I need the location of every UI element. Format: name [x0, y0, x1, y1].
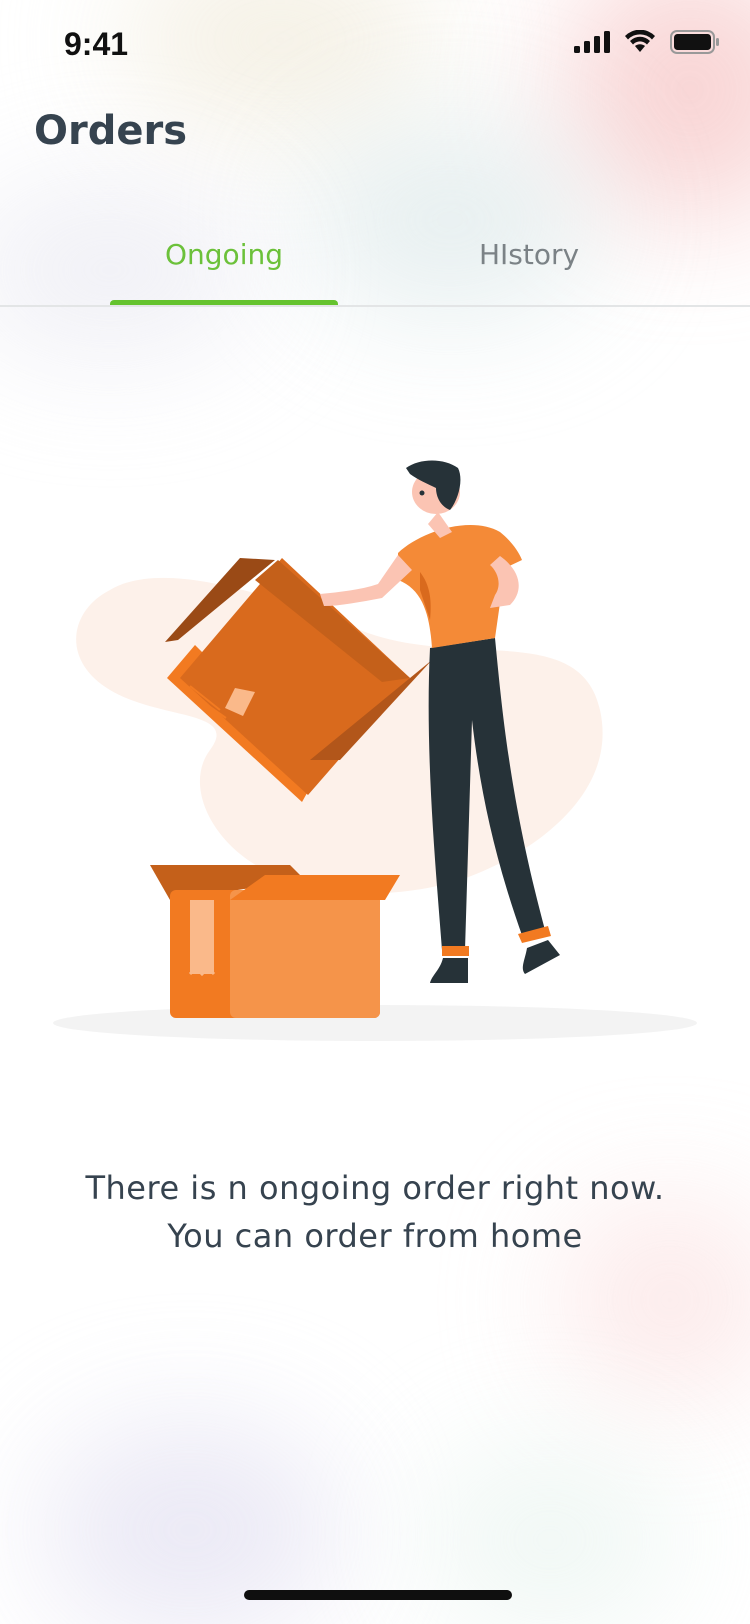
tab-history[interactable]: HIstory — [410, 222, 648, 306]
empty-message-line-1: There is n ongoing order right now. — [85, 1169, 665, 1207]
empty-message-line-2: You can order from home — [167, 1217, 583, 1255]
cellular-signal-icon — [574, 31, 610, 53]
tab-ongoing[interactable]: Ongoing — [110, 222, 338, 306]
battery-icon — [670, 30, 719, 54]
page-title: Orders — [34, 108, 188, 154]
orders-screen: 9:41 Orders Ongoing HIstory There is n o… — [0, 0, 750, 1624]
wifi-icon — [625, 30, 655, 52]
tabs-divider — [0, 305, 750, 307]
status-icons — [574, 30, 720, 54]
person-unpacking-box-illustration — [40, 460, 720, 1060]
status-bar: 9:41 — [0, 0, 750, 90]
empty-state-message: There is n ongoing order right now. You … — [0, 1164, 750, 1260]
home-indicator — [244, 1590, 512, 1600]
status-time: 9:41 — [64, 26, 129, 62]
tab-bar: Ongoing HIstory — [0, 222, 750, 306]
